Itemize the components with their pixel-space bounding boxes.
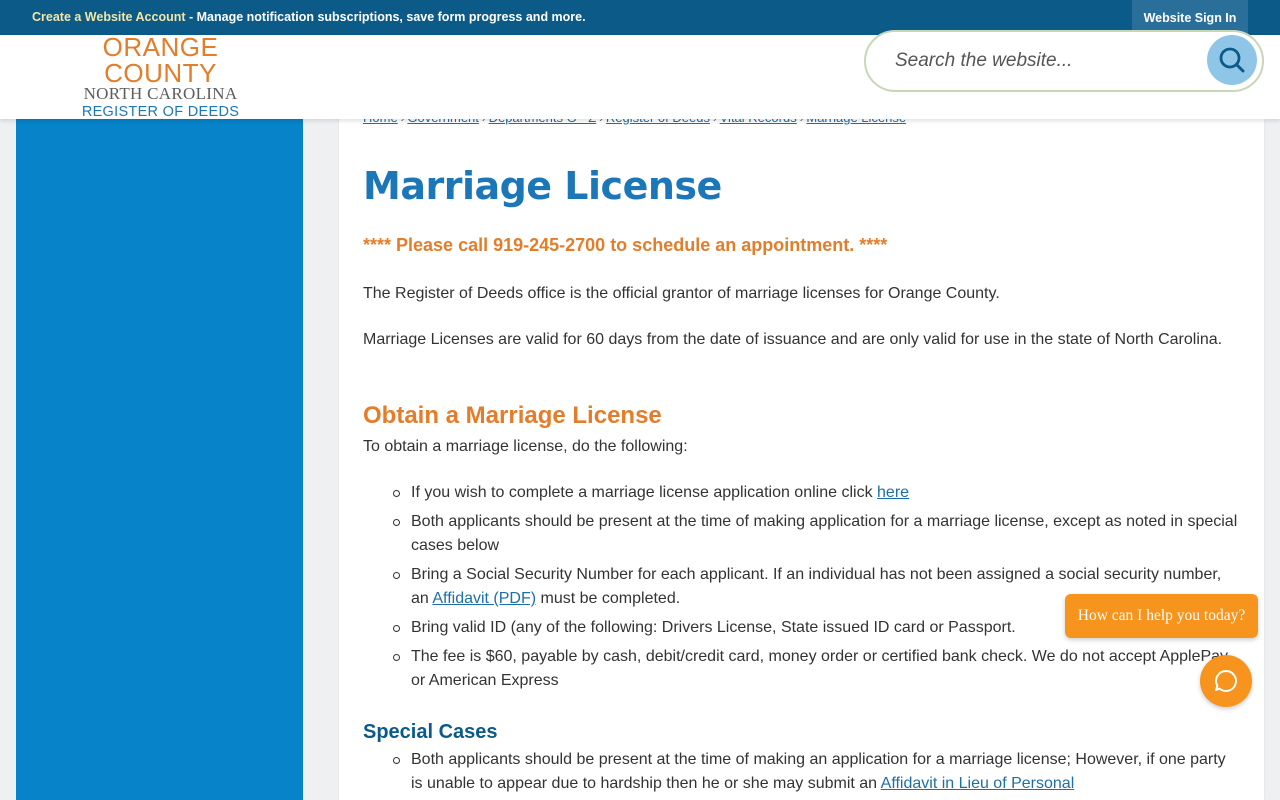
obtain-intro: To obtain a marriage license, do the fol… bbox=[363, 438, 688, 455]
appointment-alert: **** Please call 919-245-2700 to schedul… bbox=[363, 235, 888, 255]
logo-line-state: NORTH CAROLINA bbox=[83, 84, 238, 103]
list-item-text: Both applicants should be present at the… bbox=[411, 751, 1226, 792]
affidavit-in-lieu-link[interactable]: Affidavit in Lieu of Personal bbox=[881, 775, 1075, 792]
chat-icon bbox=[1215, 670, 1237, 692]
chat-launcher-button[interactable] bbox=[1200, 655, 1252, 707]
online-application-link[interactable]: here bbox=[877, 484, 909, 501]
list-item: Both applicants should be present at the… bbox=[393, 510, 1241, 558]
search-box: Search the website... bbox=[864, 30, 1264, 92]
special-cases-list: Both applicants should be present at the… bbox=[393, 748, 1241, 800]
special-cases-heading: Special Cases bbox=[363, 721, 498, 743]
create-account-link[interactable]: Create a Website Account bbox=[32, 10, 186, 24]
page-title: Marriage License bbox=[363, 164, 722, 208]
account-banner: Create a Website Account - Manage notifi… bbox=[32, 10, 586, 24]
affidavit-pdf-link[interactable]: Affidavit (PDF) bbox=[432, 590, 536, 607]
search-input[interactable]: Search the website... bbox=[895, 50, 1072, 72]
main-content: Home›Government›Departments G - Z›Regist… bbox=[339, 100, 1264, 800]
sidebar-navigation bbox=[16, 119, 303, 800]
site-logo[interactable]: ORANGE COUNTY NORTH CAROLINA REGISTER OF… bbox=[48, 32, 273, 123]
obtain-heading: Obtain a Marriage License bbox=[363, 402, 662, 429]
site-header: ORANGE COUNTY NORTH CAROLINA REGISTER OF… bbox=[0, 30, 1280, 120]
validity-paragraph: Marriage Licenses are valid for 60 days … bbox=[363, 331, 1223, 348]
chat-prompt-bubble[interactable]: How can I help you today? bbox=[1065, 594, 1258, 638]
obtain-steps-list: If you wish to complete a marriage licen… bbox=[393, 481, 1241, 698]
search-button[interactable] bbox=[1207, 35, 1257, 85]
list-item: If you wish to complete a marriage licen… bbox=[393, 481, 1241, 505]
intro-paragraph: The Register of Deeds office is the offi… bbox=[363, 285, 1000, 302]
list-item: Both applicants should be present at the… bbox=[393, 748, 1241, 796]
list-item: The fee is $60, payable by cash, debit/c… bbox=[393, 645, 1241, 693]
list-item-text: must be completed. bbox=[536, 590, 681, 607]
search-icon bbox=[1219, 47, 1245, 73]
logo-line-county: ORANGE COUNTY bbox=[102, 32, 219, 88]
list-item-text: If you wish to complete a marriage licen… bbox=[411, 484, 878, 501]
logo-line-department: REGISTER OF DEEDS bbox=[81, 104, 240, 120]
account-banner-message: - Manage notification subscriptions, sav… bbox=[185, 10, 586, 24]
